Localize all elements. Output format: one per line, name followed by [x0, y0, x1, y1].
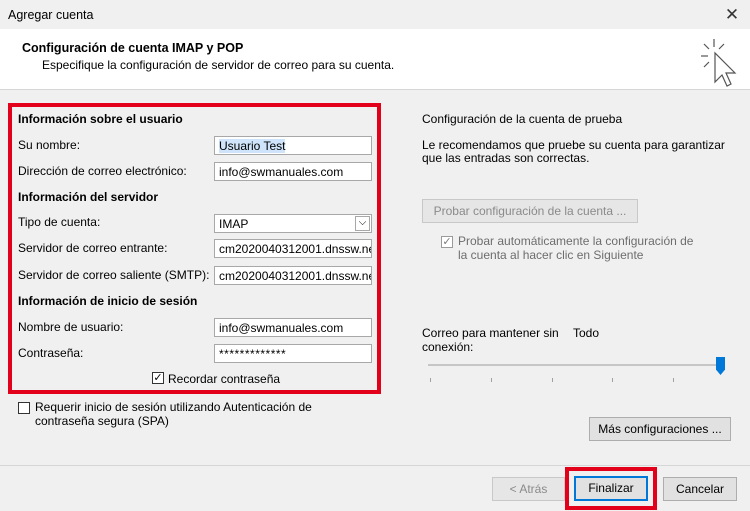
more-settings-button[interactable]: Más configuraciones ... — [589, 417, 731, 441]
cancel-button[interactable]: Cancelar — [663, 477, 737, 501]
section-server-info: Información del servidor — [18, 190, 159, 204]
footer-divider — [0, 465, 750, 466]
offline-slider-track[interactable] — [428, 364, 723, 366]
slider-tick — [491, 378, 492, 382]
account-type-select[interactable]: IMAP ⌵ — [214, 214, 372, 233]
slider-tick — [552, 378, 553, 382]
wizard-cursor-icon — [701, 39, 737, 87]
close-icon[interactable]: ✕ — [718, 2, 746, 28]
slider-tick — [430, 378, 431, 382]
section-user-info: Información sobre el usuario — [18, 112, 183, 126]
window-title: Agregar cuenta — [8, 8, 94, 22]
page-subtitle: Especifique la configuración de servidor… — [42, 58, 395, 72]
test-account-button[interactable]: Probar configuración de la cuenta ... — [422, 199, 638, 223]
offline-slider-thumb[interactable] — [716, 357, 725, 375]
username-field[interactable]: info@swmanuales.com — [214, 318, 372, 337]
name-value: Usuario Test — [219, 139, 286, 153]
incoming-server-label: Servidor de correo entrante: — [18, 241, 168, 255]
outgoing-server-field[interactable]: cm2020040312001.dnssw.ne — [214, 266, 372, 285]
email-label: Dirección de correo electrónico: — [18, 164, 187, 178]
name-field[interactable]: Usuario Test — [214, 136, 372, 155]
spa-label-line1[interactable]: Requerir inicio de sesión utilizando Aut… — [35, 400, 312, 414]
auto-test-label-line1: Probar automáticamente la configuración … — [458, 234, 694, 248]
slider-tick — [612, 378, 613, 382]
offline-label-line1: Correo para mantener sin — [422, 326, 559, 340]
password-label: Contraseña: — [18, 346, 84, 360]
page-title: Configuración de cuenta IMAP y POP — [22, 41, 244, 55]
offline-value: Todo — [573, 326, 600, 340]
spa-label-line2[interactable]: contraseña segura (SPA) — [35, 414, 169, 428]
test-desc-line2: que las entradas son correctas. — [422, 151, 590, 165]
remember-password-checkbox[interactable]: ✓ — [152, 372, 164, 384]
offline-label-line2: conexión: — [422, 340, 474, 354]
account-type-value: IMAP — [219, 217, 249, 231]
account-type-label: Tipo de cuenta: — [18, 215, 101, 229]
incoming-server-field[interactable]: cm2020040312001.dnssw.ne — [214, 239, 372, 258]
back-button[interactable]: < Atrás — [492, 477, 565, 501]
email-field[interactable]: info@swmanuales.com — [214, 162, 372, 181]
slider-tick — [673, 378, 674, 382]
section-login-info: Información de inicio de sesión — [18, 294, 198, 308]
chevron-down-icon[interactable]: ⌵ — [355, 216, 370, 231]
test-panel-title: Configuración de la cuenta de prueba — [422, 112, 623, 126]
password-field[interactable]: ************* — [214, 344, 372, 363]
spa-checkbox[interactable] — [18, 402, 30, 414]
username-label: Nombre de usuario: — [18, 320, 124, 334]
auto-test-checkbox[interactable]: ✓ — [441, 236, 453, 248]
auto-test-label-line2: la cuenta al hacer clic en Siguiente — [458, 248, 644, 262]
finish-button[interactable]: Finalizar — [574, 476, 648, 501]
test-desc-line1: Le recomendamos que pruebe su cuenta par… — [422, 138, 725, 152]
remember-password-label[interactable]: Recordar contraseña — [168, 372, 280, 386]
outgoing-server-label: Servidor de correo saliente (SMTP): — [18, 268, 210, 282]
name-label: Su nombre: — [18, 138, 81, 152]
